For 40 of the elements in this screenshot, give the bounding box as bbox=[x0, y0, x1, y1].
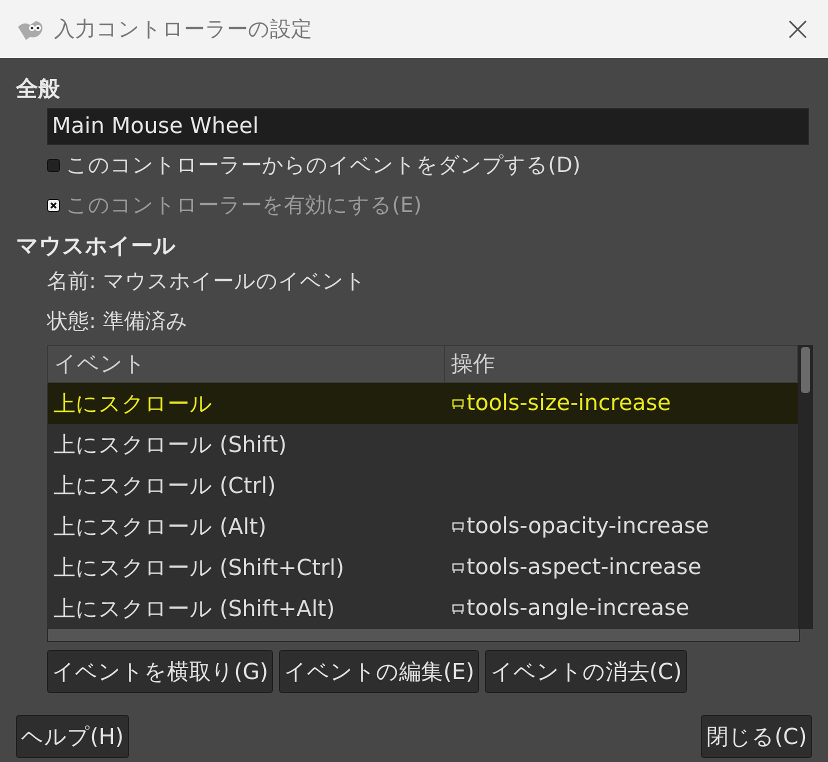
table-cell: tools-aspect-increase bbox=[450, 555, 702, 580]
table-cell: 上にスクロール (Shift) bbox=[48, 424, 444, 465]
checkbox[interactable] bbox=[47, 158, 60, 172]
table-cell: tools-size-increase bbox=[450, 391, 671, 416]
horizontal-scrollbar[interactable] bbox=[47, 629, 800, 642]
event-button[interactable]: イベントを横取り(G) bbox=[47, 650, 274, 693]
action-icon bbox=[450, 602, 464, 615]
scrollbar[interactable] bbox=[798, 345, 813, 629]
action-icon bbox=[450, 562, 464, 574]
section-heading: マウスホイール bbox=[16, 233, 177, 261]
dialog-button[interactable]: 閉じる(C) bbox=[701, 715, 812, 758]
column-header[interactable]: 操作 bbox=[444, 346, 798, 382]
table-row[interactable]: 上にスクロール (Ctrl) bbox=[48, 465, 798, 506]
x-mark-icon bbox=[50, 202, 57, 208]
checkbox-label: このコントローラーからのイベントをダンプする(D) bbox=[66, 152, 581, 179]
table-cell: 上にスクロール (Ctrl) bbox=[48, 465, 444, 506]
name-label: 名前: マウスホイールのイベント bbox=[47, 268, 367, 295]
table-cell: tools-angle-increase bbox=[450, 596, 690, 622]
action-icon bbox=[450, 520, 464, 533]
table-cell: 上にスクロール bbox=[48, 382, 444, 424]
table-cell: 上にスクロール (Shift+Alt) bbox=[48, 588, 444, 629]
column-header[interactable]: イベント bbox=[48, 346, 444, 382]
section-heading: 全般 bbox=[16, 76, 61, 104]
name-field[interactable]: Main Mouse Wheel bbox=[47, 108, 809, 145]
close-button[interactable]: × bbox=[784, 12, 812, 46]
dialog-button[interactable]: ヘルプ(H) bbox=[16, 715, 129, 758]
table-row[interactable]: 上にスクロール (Shift) bbox=[48, 424, 798, 465]
table-row[interactable]: 上にスクロール (Alt) tools-opacity-increase bbox=[48, 506, 798, 547]
event-button[interactable]: イベントの編集(E) bbox=[279, 650, 480, 693]
table-cell: tools-opacity-increase bbox=[450, 514, 710, 540]
table-row[interactable]: 上にスクロール (Shift+Alt) tools-angle-increase bbox=[48, 588, 798, 629]
table-cell: 上にスクロール (Alt) bbox=[48, 506, 444, 547]
state-label: 状態: 準備済み bbox=[47, 308, 189, 335]
table-row[interactable]: 上にスクロール tools-size-increase bbox=[48, 382, 798, 424]
action-icon bbox=[450, 398, 464, 410]
event-button[interactable]: イベントの消去(C) bbox=[485, 650, 687, 693]
window-title: 入力コントローラーの設定 bbox=[54, 16, 313, 43]
table-row[interactable]: 上にスクロール (Shift+Ctrl) tools-aspect-increase bbox=[48, 547, 798, 588]
table-cell: 上にスクロール (Shift+Ctrl) bbox=[48, 547, 444, 588]
checkbox-label: このコントローラーを有効にする(E) bbox=[66, 192, 422, 219]
